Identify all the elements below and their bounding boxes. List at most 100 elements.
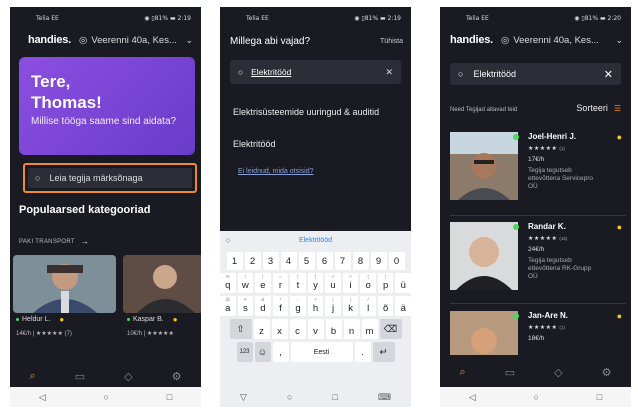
key-q[interactable]: % q xyxy=(220,273,236,293)
location-selector[interactable]: ◎ Veerenni 40a, Kes... xyxy=(79,35,177,46)
space-key[interactable]: Eesti xyxy=(290,342,353,362)
suggestion-item[interactable]: Elektrisüsteemide uuringud & auditid xyxy=(233,107,379,117)
back-icon[interactable]: ▽ xyxy=(240,392,247,403)
shift-key[interactable]: ⇧ xyxy=(229,319,252,339)
key-c[interactable]: c xyxy=(289,319,306,339)
chevron-down-icon[interactable]: ⌄ xyxy=(615,35,623,46)
search-box-highlighted[interactable]: ○ Leia tegija märksõnaga xyxy=(23,163,197,193)
back-icon[interactable]: ◁ xyxy=(469,392,476,403)
tasks-tab-icon[interactable]: ◇ xyxy=(554,366,562,379)
pro-list-item[interactable]: Joel-Henri J. ★★★★★ (1) 17€/h Tegija tegu… xyxy=(450,132,626,210)
key-n[interactable]: n xyxy=(343,319,360,339)
sort-button[interactable]: Sorteeri ☰ xyxy=(576,103,621,113)
chat-tab-icon[interactable]: ▭ xyxy=(75,370,85,383)
key-0[interactable]: 0 xyxy=(388,252,405,270)
key-a-umlaut[interactable]: ä xyxy=(395,296,411,316)
results-screen: Telia EE ◉ ▯81% ▬ 2:20 handies. ◎ Veerenn… xyxy=(440,7,631,407)
key-3[interactable]: 3 xyxy=(262,252,279,270)
search-input[interactable]: ○ Elektritööd ✕ xyxy=(230,60,401,84)
key-r[interactable]: = r xyxy=(272,273,289,293)
key-y[interactable]: ] y xyxy=(307,273,324,293)
key-e[interactable]: | e xyxy=(255,273,271,293)
key-o[interactable]: {o xyxy=(360,273,376,293)
key-x[interactable]: x xyxy=(271,319,288,339)
pro-photo xyxy=(450,222,518,290)
key-w[interactable]: \ w xyxy=(237,273,254,293)
key-m[interactable]: m xyxy=(361,319,378,339)
pro-card-photo[interactable] xyxy=(123,255,201,313)
lightbulb-icon: ● xyxy=(616,222,622,232)
key-g[interactable]: -g xyxy=(290,296,306,316)
back-icon[interactable]: ◁ xyxy=(39,392,46,403)
comma-key[interactable]: , xyxy=(272,342,289,362)
pro-list-item[interactable]: Jan-Are N. ★★★★★ (1) 18€/h ● xyxy=(450,311,626,355)
key-1[interactable]: 1 xyxy=(226,252,243,270)
tasks-tab-icon[interactable]: ◇ xyxy=(124,370,132,383)
key-p[interactable]: } p xyxy=(377,273,394,293)
search-tab-icon[interactable]: ⌕ xyxy=(30,370,36,383)
key-6[interactable]: 6 xyxy=(316,252,333,270)
key-z[interactable]: z xyxy=(253,319,270,339)
lightbulb-icon: ● xyxy=(616,132,622,142)
status-bar: Telia EE ◉ ▯81% ▬ 2:19 xyxy=(10,7,201,29)
key-t[interactable]: [t xyxy=(290,273,306,293)
symbols-key[interactable]: 123 xyxy=(236,342,253,362)
key-7[interactable]: 7 xyxy=(334,252,351,270)
location-selector[interactable]: ◎ Veerenni 40a, Kes... xyxy=(501,35,599,46)
key-v[interactable]: v xyxy=(307,319,324,339)
settings-tab-icon[interactable]: ⚙ xyxy=(602,366,612,379)
suggestion-item[interactable]: Elektritööd xyxy=(233,139,276,149)
enter-key[interactable]: ↵ xyxy=(372,342,395,362)
key-9[interactable]: 9 xyxy=(370,252,387,270)
status-bar: Telia EE ◉ ▯81% ▬ 2:20 xyxy=(466,14,621,22)
period-key[interactable]: . xyxy=(354,342,371,362)
online-dot xyxy=(127,318,130,321)
lightbulb-icon: ● xyxy=(172,315,178,324)
clear-icon[interactable]: ✕ xyxy=(604,68,613,81)
home-icon[interactable]: ○ xyxy=(534,392,539,402)
not-found-link[interactable]: Ei leidnud, mida otsisid? xyxy=(238,168,314,175)
key-4[interactable]: 4 xyxy=(280,252,297,270)
key-o-tilde[interactable]: õ xyxy=(377,296,394,316)
home-icon[interactable]: ○ xyxy=(104,392,109,402)
recents-icon[interactable]: □ xyxy=(597,392,602,402)
search-screen: Telia EE ◉ ▯81% ▬ 2:19 Millega abi vajad… xyxy=(220,7,411,407)
search-input[interactable]: ○ Elektritööd ✕ xyxy=(450,63,621,85)
key-a[interactable]: @ a xyxy=(220,296,236,316)
recents-icon[interactable]: □ xyxy=(332,392,337,402)
key-j[interactable]: (j xyxy=(325,296,341,316)
chevron-down-icon[interactable]: ⌄ xyxy=(185,35,193,46)
chat-tab-icon[interactable]: ▭ xyxy=(505,366,515,379)
key-l[interactable]: / l xyxy=(360,296,376,316)
keyboard-icon[interactable]: ⌨ xyxy=(378,392,391,403)
key-u[interactable]: < u xyxy=(325,273,341,293)
home-icon[interactable]: ○ xyxy=(287,392,292,402)
settings-tab-icon[interactable]: ⚙ xyxy=(172,370,182,383)
key-d[interactable]: & d xyxy=(255,296,271,316)
subcategory-link[interactable]: PAKI TRANSPORT → xyxy=(19,237,89,246)
app-header: handies. ◎ Veerenni 40a, Kes... ⌄ xyxy=(440,29,631,51)
pro-card-photo[interactable] xyxy=(13,255,116,313)
key-5[interactable]: 5 xyxy=(298,252,315,270)
key-b[interactable]: b xyxy=(325,319,342,339)
key-k[interactable]: ) k xyxy=(342,296,359,316)
expand-icon[interactable]: ◇ xyxy=(226,237,231,244)
key-u-umlaut[interactable]: ü xyxy=(395,273,411,293)
pro-name: Jan-Are N. xyxy=(528,311,569,320)
pro-company: Tegija tegutseb ettevõttena Servicepro O… xyxy=(528,167,594,190)
key-i[interactable]: > i xyxy=(342,273,359,293)
key-h[interactable]: + h xyxy=(307,296,324,316)
keyboard-suggestion[interactable]: Elektritööd xyxy=(299,237,332,244)
emoji-key[interactable]: ☺ xyxy=(254,342,271,362)
key-f[interactable]: * f xyxy=(272,296,289,316)
recents-icon[interactable]: □ xyxy=(167,392,172,402)
clear-icon[interactable]: ✕ xyxy=(385,67,393,78)
search-tab-icon[interactable]: ⌕ xyxy=(460,366,466,379)
divider xyxy=(450,303,626,304)
key-s[interactable]: # s xyxy=(237,296,254,316)
key-2[interactable]: 2 xyxy=(244,252,261,270)
pro-list-item[interactable]: Randar K. ★★★★★ (16) 24€/h Tegija tegutse… xyxy=(450,222,626,300)
key-8[interactable]: 8 xyxy=(352,252,369,270)
cancel-button[interactable]: Tühista xyxy=(380,38,403,45)
backspace-key[interactable]: ⌫ xyxy=(379,319,402,339)
